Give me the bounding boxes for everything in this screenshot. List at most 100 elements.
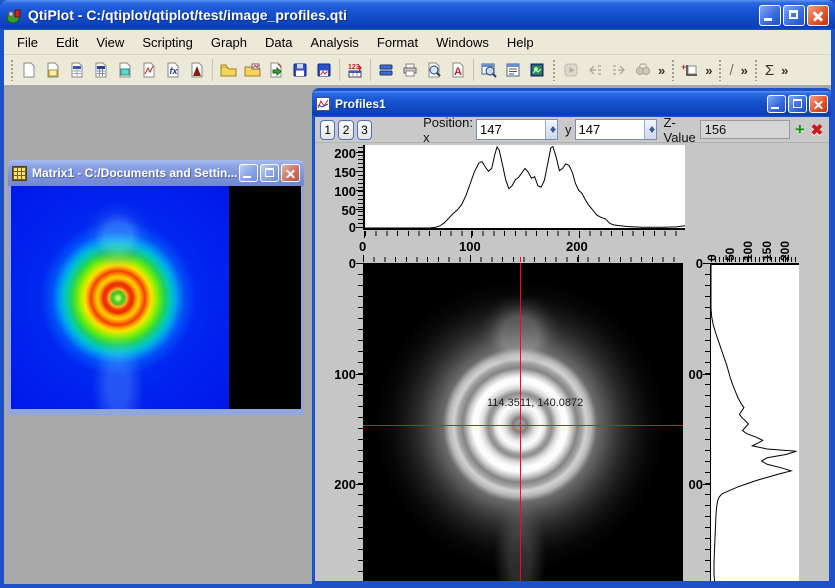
- right-profile-plot[interactable]: [710, 263, 799, 581]
- sum-icon[interactable]: Σ: [761, 62, 778, 79]
- toolbar-grip[interactable]: [552, 59, 556, 81]
- project-explorer-icon[interactable]: [477, 58, 501, 82]
- matrix-colormap-rings[interactable]: [11, 186, 229, 409]
- qtiplot-app-icon[interactable]: [6, 7, 23, 24]
- minimize-button[interactable]: [759, 5, 781, 26]
- close-button[interactable]: [807, 5, 829, 26]
- layer-button-1[interactable]: 1: [320, 120, 335, 140]
- tick: [703, 484, 710, 485]
- matrix1-image[interactable]: [11, 186, 301, 409]
- overflow-chevron[interactable]: »: [738, 63, 751, 78]
- x-position-spinbox[interactable]: [476, 119, 558, 140]
- add-layer-icon[interactable]: +: [678, 58, 702, 82]
- qtiplot-main-window: QtiPlot - C:/qtiplot/qtiplot/test/image_…: [0, 0, 835, 588]
- new-function-plot-icon[interactable]: fx: [161, 58, 185, 82]
- matrix-black-region[interactable]: [229, 186, 301, 409]
- draw-line-icon[interactable]: /: [725, 62, 737, 79]
- top-xtick-200: 200: [566, 239, 588, 254]
- x-spin-down[interactable]: [546, 130, 557, 140]
- top-profile-plot[interactable]: [363, 145, 685, 230]
- new-folder-icon[interactable]: [41, 58, 65, 82]
- profiles1-window[interactable]: Profiles1 1 2 3 Position: x y: [312, 88, 831, 584]
- profiles1-maximize-button[interactable]: [788, 95, 807, 113]
- svg-text:+: +: [681, 62, 686, 72]
- main-toolbar: fx 123 A » + » / » Σ »: [4, 55, 831, 85]
- overflow-chevron[interactable]: »: [778, 63, 791, 78]
- main-titlebar[interactable]: QtiPlot - C:/qtiplot/qtiplot/test/image_…: [0, 0, 835, 30]
- menu-help[interactable]: Help: [498, 32, 543, 53]
- tick: [356, 263, 363, 264]
- new-matrix-icon[interactable]: [89, 58, 113, 82]
- save-project-icon[interactable]: [288, 58, 312, 82]
- profiles1-minimize-button[interactable]: [767, 95, 786, 113]
- right-postick-200: 00: [685, 477, 703, 492]
- y-position-input[interactable]: [576, 120, 644, 139]
- matrix1-close-button[interactable]: [281, 164, 300, 182]
- crosshair-vertical[interactable]: [520, 263, 521, 581]
- overflow-chevron[interactable]: »: [655, 63, 668, 78]
- matrix1-window[interactable]: Matrix1 - C:/Documents and Settin...: [8, 160, 304, 415]
- y-position-spinbox[interactable]: [575, 119, 657, 140]
- menu-scripting[interactable]: Scripting: [133, 32, 202, 53]
- menu-file[interactable]: File: [8, 32, 47, 53]
- skip-forward-icon-disabled: [607, 58, 631, 82]
- menu-edit[interactable]: Edit: [47, 32, 87, 53]
- print-icon[interactable]: [398, 58, 422, 82]
- open-project-icon[interactable]: [216, 58, 240, 82]
- add-button[interactable]: +: [793, 121, 807, 139]
- append-project-icon[interactable]: [264, 58, 288, 82]
- results-log-icon[interactable]: [501, 58, 525, 82]
- matrix1-maximize-button[interactable]: [260, 164, 279, 182]
- maximize-icon: [789, 10, 798, 19]
- menu-format[interactable]: Format: [368, 32, 427, 53]
- profiles-toolbar: 1 2 3 Position: x y Z-Value 156 + ✖: [315, 117, 829, 143]
- menu-data[interactable]: Data: [256, 32, 301, 53]
- toolbar-grip[interactable]: [671, 59, 675, 81]
- y-spin-down[interactable]: [645, 130, 656, 140]
- matrix1-titlebar[interactable]: Matrix1 - C:/Documents and Settin...: [8, 160, 304, 186]
- toolbar-grip[interactable]: [10, 59, 14, 81]
- tick: [356, 209, 363, 210]
- new-3d-surface-icon[interactable]: [185, 58, 209, 82]
- top-xtick-100: 100: [459, 239, 481, 254]
- maximize-button[interactable]: [783, 5, 805, 26]
- toolbar-grip[interactable]: [718, 59, 722, 81]
- open-template-icon[interactable]: [240, 58, 264, 82]
- menu-view[interactable]: View: [87, 32, 133, 53]
- remove-button[interactable]: ✖: [810, 121, 824, 139]
- profiles1-titlebar[interactable]: Profiles1: [312, 91, 831, 117]
- new-graph-icon[interactable]: [137, 58, 161, 82]
- profiles1-close-button[interactable]: [809, 95, 828, 113]
- duplicate-window-icon[interactable]: [374, 58, 398, 82]
- image-plot[interactable]: 114.3511, 140.0872: [363, 263, 683, 581]
- layer-button-2[interactable]: 2: [338, 120, 353, 140]
- image-window-icon[interactable]: [525, 58, 549, 82]
- print-preview-icon[interactable]: [422, 58, 446, 82]
- z-value-field: 156: [700, 120, 790, 139]
- matrix-icon: [12, 166, 27, 181]
- export-pdf-icon[interactable]: A: [446, 58, 470, 82]
- new-table-icon[interactable]: [65, 58, 89, 82]
- tick: [356, 374, 363, 375]
- import-ascii-icon[interactable]: 123: [343, 58, 367, 82]
- save-as-template-icon[interactable]: [312, 58, 336, 82]
- crosshair-horizontal[interactable]: [363, 425, 683, 426]
- new-project-icon[interactable]: [17, 58, 41, 82]
- x-position-input[interactable]: [477, 120, 545, 139]
- toolbar-grip[interactable]: [754, 59, 758, 81]
- tick: [785, 255, 786, 262]
- img-ytick-0: 0: [320, 256, 356, 271]
- graph-icon: [316, 97, 330, 111]
- menu-graph[interactable]: Graph: [202, 32, 256, 53]
- menu-analysis[interactable]: Analysis: [302, 32, 368, 53]
- matrix1-minimize-button[interactable]: [239, 164, 258, 182]
- overflow-chevron[interactable]: »: [702, 63, 715, 78]
- tick: [356, 227, 363, 228]
- new-note-icon[interactable]: [113, 58, 137, 82]
- svg-text:fx: fx: [170, 66, 179, 76]
- y-label: y: [565, 122, 572, 137]
- cursor-annotation: 114.3511, 140.0872: [487, 397, 583, 409]
- menu-windows[interactable]: Windows: [427, 32, 498, 53]
- position-x-label: Position: x: [423, 115, 473, 145]
- layer-button-3[interactable]: 3: [357, 120, 372, 140]
